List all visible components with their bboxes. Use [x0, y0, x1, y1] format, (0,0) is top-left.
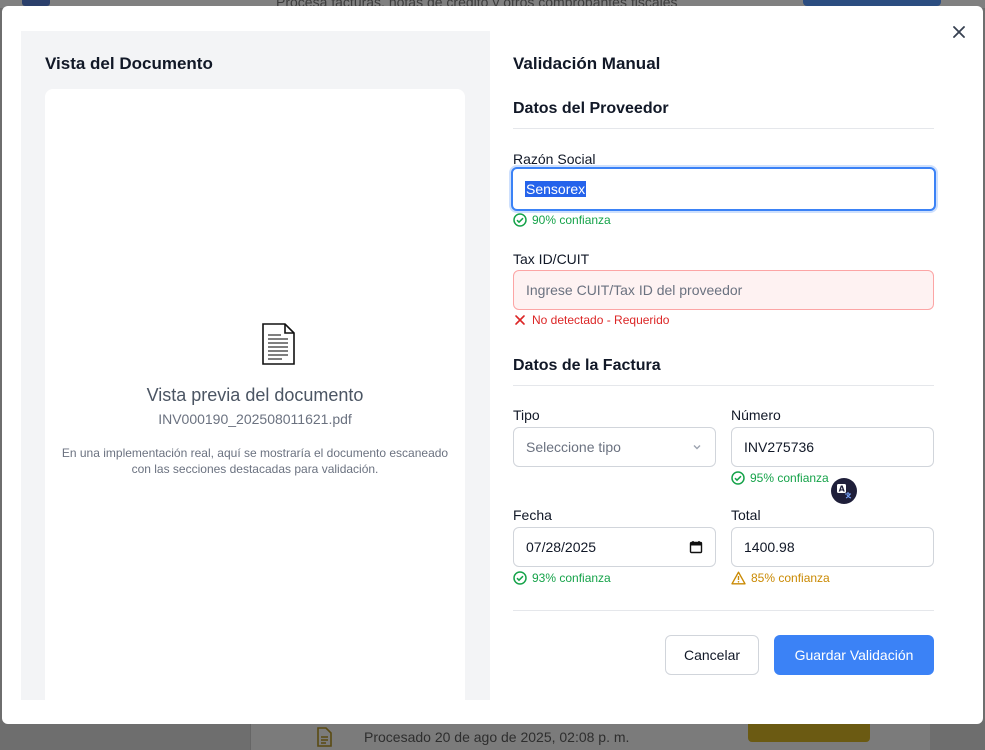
cancel-button[interactable]: Cancelar: [665, 635, 759, 675]
fecha-input[interactable]: 07/28/2025: [513, 527, 716, 567]
numero-confidence: 95% confianza: [731, 471, 829, 485]
translate-icon[interactable]: A: [831, 478, 857, 504]
tipo-select[interactable]: Seleccione tipo: [513, 427, 716, 467]
total-confidence: 85% confianza: [731, 571, 830, 585]
tax-id-status: No detectado - Requerido: [513, 313, 669, 327]
tax-id-input[interactable]: Ingrese CUIT/Tax ID del proveedor: [513, 270, 934, 310]
warning-icon: [731, 571, 746, 585]
tax-id-placeholder: Ingrese CUIT/Tax ID del proveedor: [526, 282, 743, 298]
document-view-title: Vista del Documento: [45, 54, 213, 73]
backdrop-status-badge: [748, 724, 870, 742]
fecha-value: 07/28/2025: [526, 539, 597, 555]
document-view-panel: Vista del Documento Vista previa del doc…: [21, 31, 490, 710]
total-value: 1400.98: [744, 539, 795, 555]
svg-text:A: A: [839, 485, 846, 494]
preview-note-line2: con las secciones destacadas para valida…: [131, 462, 379, 476]
backdrop-document-icon: [315, 727, 333, 750]
chevron-down-icon: [693, 445, 701, 450]
total-input[interactable]: 1400.98: [731, 527, 934, 567]
check-circle-icon: [513, 571, 527, 585]
preview-title: Vista previa del documento: [146, 385, 364, 405]
close-button[interactable]: [949, 22, 969, 42]
check-circle-icon: [513, 213, 527, 227]
total-label: Total: [731, 507, 761, 523]
close-icon: [953, 26, 965, 38]
numero-input[interactable]: INV275736: [731, 427, 934, 467]
tax-id-label: Tax ID/CUIT: [513, 251, 590, 267]
preview-note: En una implementación real, aquí se most…: [49, 445, 461, 477]
tipo-placeholder: Seleccione tipo: [526, 439, 621, 455]
backdrop-processed-text: Procesado 20 de ago de 2025, 02:08 p. m.: [364, 729, 630, 745]
document-preview: Vista previa del documento INV000190_202…: [45, 89, 465, 710]
calendar-icon[interactable]: [689, 540, 703, 554]
invoice-section-title: Datos de la Factura: [513, 357, 661, 374]
document-icon: [261, 323, 295, 370]
razon-social-confidence: 90% confianza: [513, 213, 611, 227]
x-icon: [515, 315, 525, 325]
fecha-confidence: 93% confianza: [513, 571, 611, 585]
supplier-divider: [513, 128, 934, 129]
numero-label: Número: [731, 407, 781, 423]
supplier-section-title: Datos del Proveedor: [513, 100, 669, 117]
check-circle-icon: [731, 471, 745, 485]
preview-file-name: INV000190_202508011621.pdf: [158, 411, 352, 427]
validation-modal: Vista del Documento Vista previa del doc…: [2, 6, 983, 724]
razon-social-value: Sensorex: [525, 181, 587, 197]
razon-social-label: Razón Social: [513, 151, 596, 167]
fecha-label: Fecha: [513, 507, 552, 523]
numero-value: INV275736: [744, 439, 815, 455]
tipo-label: Tipo: [513, 407, 540, 423]
razon-social-input[interactable]: Sensorex: [511, 167, 936, 211]
actions-divider: [513, 610, 934, 611]
save-validation-button[interactable]: Guardar Validación: [774, 635, 934, 675]
invoice-divider: [513, 385, 934, 386]
preview-note-line1: En una implementación real, aquí se most…: [61, 446, 449, 460]
manual-validation-title: Validación Manual: [513, 54, 661, 73]
